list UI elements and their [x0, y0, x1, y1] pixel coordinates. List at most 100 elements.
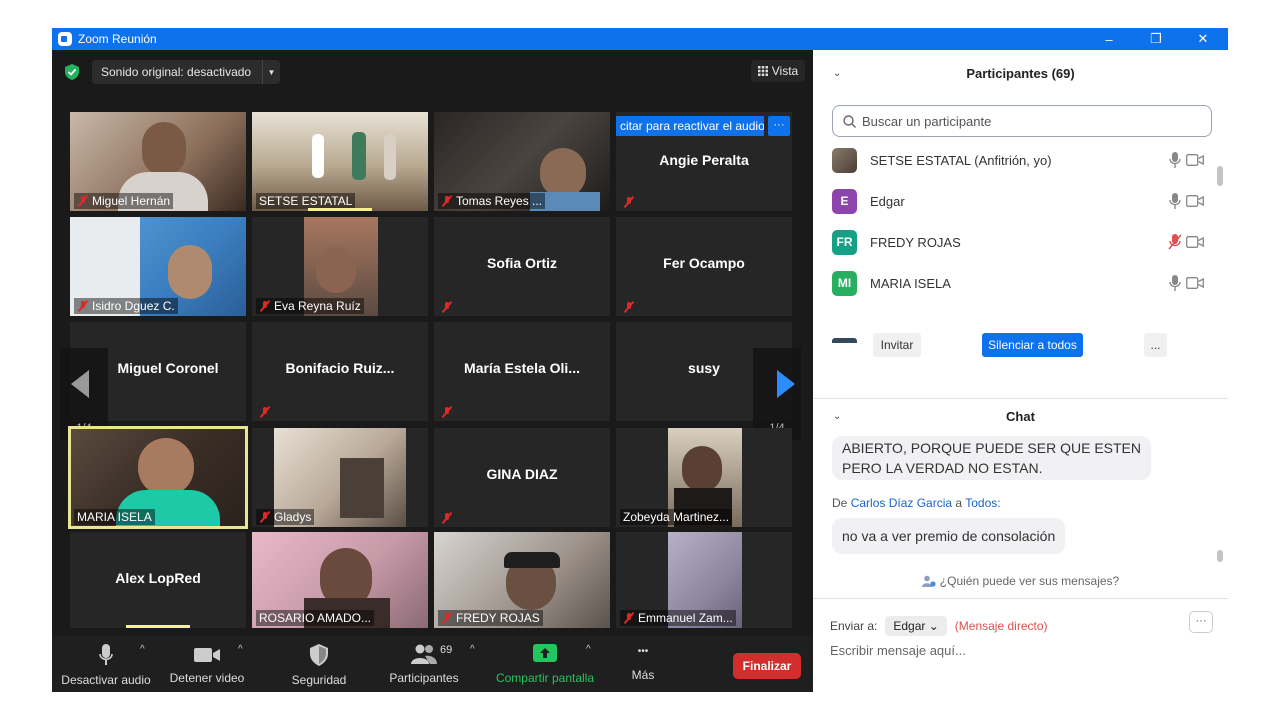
tile-name: FREDY ROJAS	[456, 611, 540, 625]
stop-video-button[interactable]: Detener video ^	[166, 644, 248, 685]
chat-message-line: ABIERTO, PORQUE PUEDE SER QUE ESTEN	[842, 440, 1141, 456]
person-figure	[352, 132, 366, 180]
search-icon	[843, 114, 856, 128]
share-options-caret[interactable]: ^	[586, 644, 591, 655]
person-figure	[312, 134, 324, 178]
participant-row[interactable]: E Edgar	[832, 187, 1212, 215]
microphone-icon[interactable]	[1168, 152, 1182, 168]
video-tile[interactable]: Sofia Ortiz	[434, 217, 610, 316]
video-tile[interactable]: FREDY ROJAS	[434, 532, 610, 628]
mic-muted-icon	[441, 512, 453, 524]
end-meeting-button[interactable]: Finalizar	[733, 653, 801, 679]
tile-name-label: Miguel Hernán	[74, 193, 174, 209]
video-tile[interactable]: Emmanuel Zam...	[616, 532, 792, 628]
tile-name-label	[438, 300, 456, 314]
chat-more-button[interactable]: ···	[1189, 611, 1213, 633]
tile-name-label: Eva Reyna Ruíz	[256, 298, 364, 314]
view-button[interactable]: Vista	[751, 60, 805, 82]
participants-scrollbar[interactable]	[1217, 166, 1223, 186]
video-camera-icon[interactable]	[1186, 195, 1204, 207]
video-tile[interactable]: Miguel Hernán	[70, 112, 246, 211]
microphone-muted-icon[interactable]	[1168, 234, 1182, 250]
close-window-button[interactable]: ✕	[1180, 28, 1226, 50]
chat-message-input[interactable]: Escribir mensaje aquí...	[830, 643, 966, 658]
participants-count: 69	[440, 644, 453, 656]
recipient-select[interactable]: Edgar ⌄	[885, 616, 947, 636]
person-head	[142, 122, 186, 176]
participants-more-button[interactable]: ...	[1144, 333, 1167, 357]
video-tile[interactable]: SETSE ESTATAL	[252, 112, 428, 211]
tile-name: MARIA ISELA	[77, 510, 152, 524]
security-button[interactable]: Seguridad	[284, 644, 354, 687]
video-tile[interactable]: Eva Reyna Ruíz	[252, 217, 428, 316]
participant-row[interactable]: MI MARIA ISELA	[832, 269, 1212, 297]
tile-name-label	[620, 300, 638, 314]
participant-row[interactable]: FR FREDY ROJAS	[832, 228, 1212, 256]
mute-audio-button[interactable]: Desactivar audio ^	[60, 644, 152, 687]
person-head	[316, 247, 356, 293]
video-camera-icon[interactable]	[1186, 236, 1204, 248]
chat-sender-line: De Carlos Díaz Garcia a Todos:	[832, 496, 1001, 510]
avatar: E	[832, 188, 857, 214]
from-mid: a	[955, 496, 963, 510]
video-tile-active[interactable]: MARIA ISELA	[68, 426, 248, 529]
tile-name-label: ROSARIO AMADO...	[256, 610, 375, 626]
mic-muted-icon	[441, 612, 453, 624]
video-tile[interactable]: Fer Ocampo	[616, 217, 792, 316]
microphone-icon[interactable]	[1168, 275, 1182, 291]
avatar: FR	[832, 229, 857, 255]
tile-name-label: MARIA ISELA	[74, 509, 155, 525]
video-tile[interactable]: ROSARIO AMADO...	[252, 532, 428, 628]
chat-compose-area: Enviar a: Edgar ⌄ (Mensaje directo) ··· …	[813, 598, 1228, 692]
tile-name-label: Emmanuel Zam...	[620, 610, 736, 626]
video-tile[interactable]: GINA DIAZ	[434, 428, 610, 527]
video-camera-icon[interactable]	[1186, 277, 1204, 289]
mic-muted-icon	[441, 406, 453, 418]
tile-name: ROSARIO AMADO...	[259, 611, 372, 625]
mic-muted-icon	[77, 195, 89, 207]
title-bar: Zoom Reunión – ❐ ✕	[52, 28, 1228, 50]
chevron-down-icon[interactable]: ▼	[262, 60, 280, 84]
participant-search-input[interactable]: Buscar un participante	[832, 105, 1212, 137]
participants-options-caret[interactable]: ^	[470, 644, 475, 655]
video-options-caret[interactable]: ^	[238, 644, 243, 655]
security-label: Seguridad	[291, 673, 347, 687]
video-tile[interactable]: Gladys	[252, 428, 428, 527]
message-visibility-info[interactable]: ¿Quién puede ver sus mensajes?	[813, 570, 1228, 592]
video-camera-icon[interactable]	[1186, 154, 1204, 166]
chat-scrollbar[interactable]	[1217, 550, 1223, 562]
banner-more-button[interactable]: ···	[768, 116, 790, 136]
chat-title: Chat	[1006, 409, 1035, 424]
video-tile[interactable]: Bonifacio Ruiz...	[252, 322, 428, 421]
video-tile[interactable]: Isidro Dguez C.	[70, 217, 246, 316]
minimize-button[interactable]: –	[1086, 28, 1132, 50]
tile-name-label: Gladys	[256, 509, 315, 525]
person-figure	[384, 134, 396, 180]
tile-name-label: Zobeyda Martinez...	[620, 509, 733, 525]
more-button[interactable]: ••• Más	[622, 644, 664, 682]
participant-row[interactable]: SETSE ESTATAL (Anfitrión, yo)	[832, 146, 1212, 174]
zoom-logo-icon	[58, 32, 72, 46]
maximize-button[interactable]: ❐	[1133, 28, 1179, 50]
microphone-icon[interactable]	[1168, 193, 1182, 209]
mic-muted-icon	[259, 300, 271, 312]
mute-all-button[interactable]: Silenciar a todos	[982, 333, 1083, 357]
video-tile[interactable]: María Estela Oli...	[434, 322, 610, 421]
encryption-shield-icon[interactable]	[65, 64, 79, 80]
audio-options-caret[interactable]: ^	[140, 644, 145, 655]
mic-muted-icon	[259, 406, 271, 418]
invite-button[interactable]: Invitar	[873, 333, 921, 357]
sender-name[interactable]: Carlos Díaz Garcia	[851, 496, 952, 510]
original-sound-button[interactable]: Sonido original: desactivado ▼	[92, 60, 280, 84]
next-page-button[interactable]: 1/4	[753, 348, 801, 440]
share-screen-button[interactable]: Compartir pantalla ^	[492, 644, 598, 685]
recipient-name[interactable]: Todos:	[965, 496, 1000, 510]
video-tile[interactable]: Zobeyda Martinez...	[616, 428, 792, 527]
video-tile[interactable]: Tomas Reyes ...	[434, 112, 610, 211]
unmute-request-banner[interactable]: citar para reactivar el audio	[616, 116, 764, 136]
more-label: Más	[631, 668, 655, 682]
people-info-icon	[921, 575, 936, 587]
mute-audio-label: Desactivar audio	[61, 673, 151, 687]
participants-button[interactable]: 69 Participantes ^	[388, 644, 474, 685]
video-tile[interactable]: Alex LopRed	[70, 532, 246, 628]
